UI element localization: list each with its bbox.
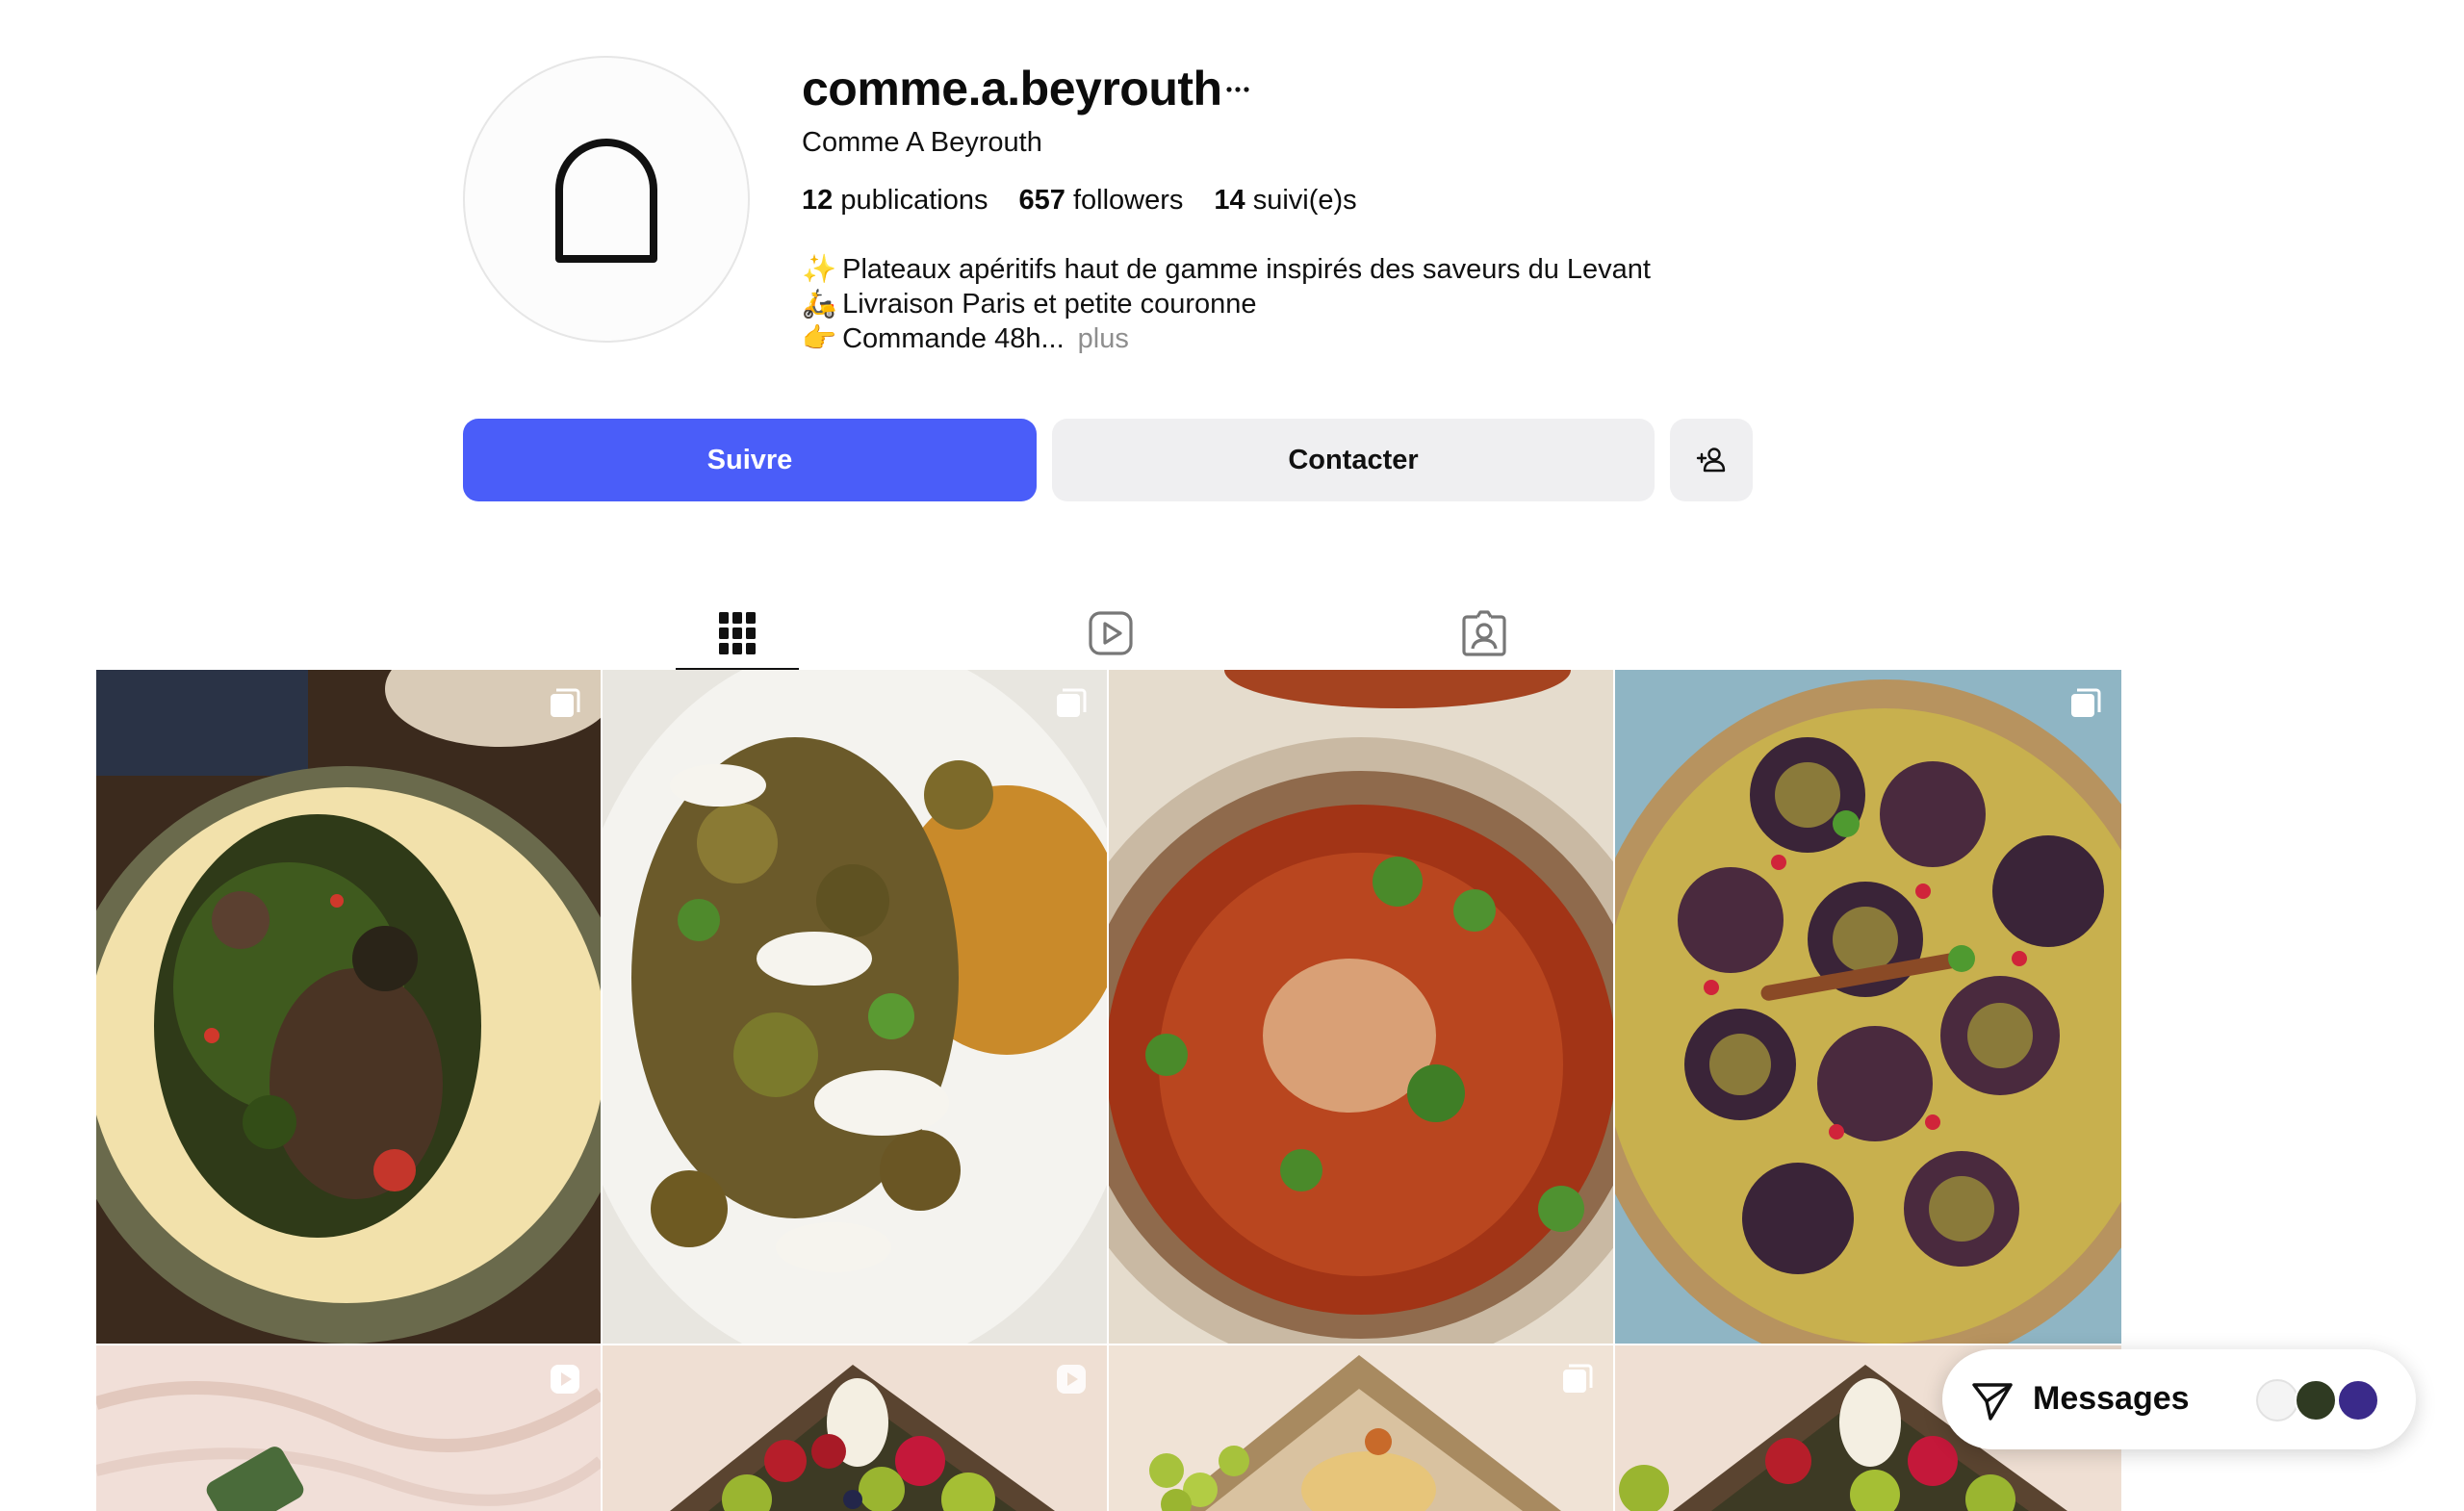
stat-following-count: 14 (1214, 185, 1245, 216)
post-photo (603, 670, 1107, 1344)
send-icon (1972, 1383, 2013, 1421)
post-photo (603, 1345, 1107, 1511)
profile-username: comme.a.beyrouth (802, 62, 1222, 115)
person-add-icon (1696, 448, 1726, 473)
profile-avatar[interactable] (463, 56, 750, 343)
post-photo (96, 1345, 601, 1511)
post-tile[interactable] (1109, 670, 1613, 1344)
bio-text: Livraison Paris et petite couronne (842, 289, 1257, 320)
messages-label: Messages (2033, 1380, 2190, 1417)
stat-following[interactable]: 14 suivi(e)s (1214, 181, 1356, 219)
carousel-icon (1057, 688, 1087, 717)
message-avatar (2295, 1379, 2337, 1421)
reel-icon (551, 1365, 579, 1394)
bio-more-link[interactable]: plus (1078, 321, 1129, 356)
tagged-icon (1462, 610, 1506, 656)
tab-tagged[interactable] (1423, 595, 1546, 672)
profile-bio: ✨ Plateaux apéritifs haut de gamme inspi… (802, 252, 1651, 356)
post-photo (1109, 1345, 1613, 1511)
post-tile[interactable] (1109, 1345, 1613, 1511)
stat-followers-count: 657 (1018, 185, 1065, 216)
post-tile[interactable] (1615, 670, 2121, 1344)
message-avatar (2337, 1379, 2379, 1421)
post-tile[interactable] (603, 670, 1107, 1344)
bio-line: ✨ Plateaux apéritifs haut de gamme inspi… (802, 252, 1651, 287)
carousel-icon (1563, 1364, 1593, 1393)
carousel-icon (551, 688, 580, 717)
post-photo (1615, 670, 2121, 1344)
bio-line: 🛵 Livraison Paris et petite couronne (802, 287, 1651, 321)
messages-button[interactable]: Messages (1942, 1349, 2416, 1449)
post-tile[interactable] (96, 670, 601, 1344)
bio-text: Plateaux apéritifs haut de gamme inspiré… (842, 254, 1651, 285)
more-options-icon[interactable] (1224, 75, 1251, 104)
grid-icon (719, 612, 756, 654)
reels-icon (1089, 611, 1133, 655)
post-tile[interactable] (96, 1345, 601, 1511)
post-photo (96, 670, 601, 1344)
pointing-hand-emoji: 👉 (802, 323, 837, 354)
bio-text: Commande 48h... (842, 323, 1065, 354)
suggest-users-button[interactable] (1670, 419, 1753, 501)
profile-full-name: Comme A Beyrouth (802, 127, 1042, 158)
tab-posts[interactable] (676, 595, 799, 672)
post-tile[interactable] (603, 1345, 1107, 1511)
stat-posts-label: publications (840, 185, 988, 216)
stat-posts: 12 publications (802, 181, 988, 219)
stat-followers[interactable]: 657 followers (1018, 181, 1183, 219)
stat-following-label: suivi(e)s (1252, 185, 1357, 216)
arch-logo-icon (555, 139, 657, 263)
contact-button[interactable]: Contacter (1052, 419, 1655, 501)
tab-reels[interactable] (1049, 595, 1172, 672)
reel-icon (1057, 1365, 1086, 1394)
sparkles-emoji: ✨ (802, 254, 837, 285)
profile-stats: 12 publications 657 followers 14 suivi(e… (802, 181, 1357, 219)
stat-posts-count: 12 (802, 185, 834, 216)
post-photo (1109, 670, 1613, 1344)
carousel-icon (2071, 688, 2101, 717)
scooter-emoji: 🛵 (802, 289, 837, 320)
bio-line: 👉 Commande 48h... plus (802, 321, 1651, 356)
follow-button[interactable]: Suivre (463, 419, 1037, 501)
stat-followers-label: followers (1072, 185, 1184, 216)
message-avatar (2256, 1379, 2298, 1421)
